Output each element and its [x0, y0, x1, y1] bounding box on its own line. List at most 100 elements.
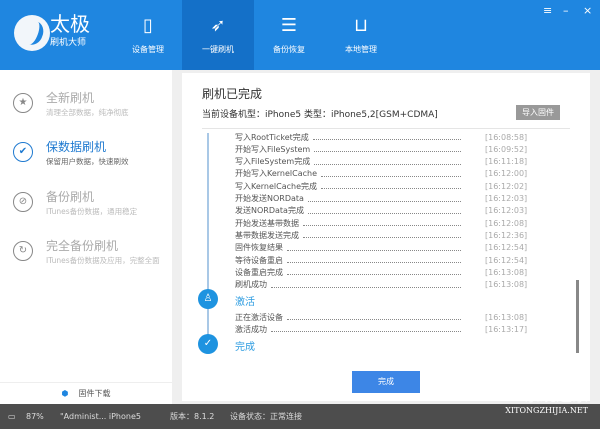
flash-result-panel: 刷机已完成 当前设备机型：iPhone5 类型：iPhone5,2[GSM+CD… [182, 73, 590, 401]
minimize-icon[interactable]: – [563, 4, 569, 17]
scrollbar[interactable] [576, 280, 579, 353]
log-time: [16:13:08] [485, 267, 528, 277]
log-time: [16:12:00] [485, 169, 528, 179]
star-icon: ★ [13, 93, 33, 113]
sidebar-item-backup-flash[interactable]: ⊘ 备份刷机 ITunes备份数据，通用稳定 [0, 184, 172, 230]
header: 太极 刷机大师 ▯ 设备管理 ➶ 一键刷机 ☰ 备份恢复 ⊔ 本地管理 ≡ – × [0, 0, 600, 70]
stage-label: 完成 [235, 342, 255, 353]
import-firmware-button[interactable]: 导入固件 [516, 105, 560, 120]
log-time: [16:13:08] [485, 280, 528, 290]
log-step: 开始写入KernelCache [235, 169, 318, 179]
log-time: [16:12:02] [485, 181, 528, 191]
database-icon: ☰ [280, 15, 298, 36]
item-title: 完全备份刷机 [46, 239, 119, 253]
battery-icon: ▭ [8, 412, 16, 421]
bag-icon: ⊔ [353, 15, 369, 36]
dotted-leader [314, 159, 461, 165]
log-row: 固件恢复结果[16:12:54]✓ [235, 242, 545, 254]
firmware-download-button[interactable]: ⬢ 固件下载 [0, 382, 172, 404]
log-time: [16:12:54] [485, 243, 528, 253]
log-time: [16:13:17] [485, 324, 528, 334]
menu-icon[interactable]: ≡ [543, 4, 552, 17]
log-step: 固件恢复结果 [235, 243, 283, 253]
log-row: 基带数据发送完成[16:12:36]✓ [235, 229, 545, 241]
log-row: 设备重启完成[16:13:08]✓ [235, 266, 545, 278]
sidebar-item-full-backup-flash[interactable]: ↻ 完全备份刷机 ITunes备份数据及应用，完整全面 [0, 233, 172, 279]
watermark-url: XITONGZHIJIA.NET [505, 406, 588, 415]
divider [202, 128, 570, 129]
device-state: 设备状态：正常连接 [230, 412, 302, 421]
battery-level: 87% [26, 412, 44, 421]
watermark-text: 系统之家 [523, 386, 588, 405]
cube-icon: ⬢ [61, 389, 69, 398]
dotted-leader [271, 282, 461, 288]
item-desc: 清理全部数据，纯净彻底 [46, 108, 129, 117]
tab-one-click-flash[interactable]: ➶ 一键刷机 [182, 0, 254, 70]
log-row: 激活成功[16:13:17]✓ [235, 323, 545, 335]
item-desc: 保留用户数据，快速刷效 [46, 157, 129, 166]
log-step: 正在激活设备 [235, 312, 283, 322]
sidebar-item-new-flash[interactable]: ★ 全新刷机清理全部数据，纯净彻底 [0, 85, 172, 131]
log-time: [16:11:18] [485, 157, 528, 167]
done-button[interactable]: 完成 [352, 371, 420, 393]
item-title: 全新刷机 [46, 91, 95, 105]
device-name: "Administ... iPhone5 [60, 412, 141, 421]
brand-title: 太极 [50, 12, 90, 36]
dotted-leader [287, 269, 461, 276]
log-time: [16:09:52] [485, 144, 528, 154]
log-time: [16:12:54] [485, 255, 528, 265]
log-step: 写入RootTicket完成 [235, 133, 309, 142]
dotted-leader [271, 326, 461, 333]
item-desc: ITunes备份数据，通用稳定 [46, 207, 138, 216]
log-time: [16:13:08] [485, 312, 528, 322]
tab-device-manage[interactable]: ▯ 设备管理 [112, 0, 184, 70]
log-step: 写入KernelCache完成 [235, 181, 318, 191]
timeline-line [207, 133, 209, 348]
log-row: 刷机成功[16:13:08]✓ [235, 279, 545, 291]
done-stage-icon: ✓ [198, 334, 218, 354]
brand-subtitle: 刷机大师 [50, 38, 87, 48]
log-step: 开始写入FileSystem [235, 144, 311, 154]
log-row: 正在激活设备[16:13:08]✓ [235, 311, 545, 323]
tab-label: 本地管理 [345, 45, 377, 54]
sidebar-item-keep-data-flash[interactable]: ✔ 保数据刷机 保留用户数据，快速刷效 [0, 134, 172, 180]
log-step: 开始发送NORData [235, 194, 304, 203]
log-row: 开始写入FileSystem[16:09:52]✓ [235, 143, 545, 155]
item-title: 保数据刷机 [46, 140, 107, 154]
log-row: 开始写入KernelCache[16:12:00]✓ [235, 168, 545, 180]
log-time: [16:12:03] [485, 206, 528, 216]
log-step: 写入FileSystem完成 [235, 157, 311, 167]
dotted-leader [321, 183, 461, 190]
log-step: 发送NORData完成 [235, 206, 304, 216]
close-icon[interactable]: × [583, 4, 592, 17]
dotted-leader [312, 134, 461, 140]
tab-backup-restore[interactable]: ☰ 备份恢复 [253, 0, 325, 70]
dotted-leader [287, 314, 461, 320]
log-time: [16:12:36] [485, 230, 528, 240]
log-row: 写入RootTicket完成[16:08:58]✓ [235, 133, 545, 143]
tab-label: 一键刷机 [202, 45, 234, 54]
tab-label: 设备管理 [132, 45, 164, 54]
version: 版本：8.1.2 [170, 412, 215, 421]
item-desc: ITunes备份数据及应用，完整全面 [46, 256, 160, 265]
log-time: [16:12:03] [485, 194, 528, 203]
stage-label: 激活 [235, 297, 255, 308]
log-row: 写入FileSystem完成[16:11:18]✓ [235, 156, 545, 168]
dotted-leader [314, 146, 461, 153]
dotted-leader [287, 245, 461, 251]
log-step: 基带数据发送完成 [235, 230, 299, 240]
log-step: 设备重启完成 [235, 267, 283, 277]
log-row: 开始发送基带数据[16:12:08]✓ [235, 217, 545, 229]
tab-label: 备份恢复 [273, 45, 305, 54]
dotted-leader [321, 171, 461, 177]
activate-stage-icon: ♙ [198, 289, 218, 309]
watermark: 系统之家 XITONGZHIJIA.NET [505, 382, 588, 415]
brand: 太极 刷机大师 [50, 13, 90, 48]
log-row: 开始发送NORData[16:12:03]✓ [235, 193, 545, 205]
page-title: 刷机已完成 [202, 87, 263, 101]
rocket-icon: ➶ [210, 15, 226, 36]
refresh-icon: ↻ [13, 241, 33, 261]
dotted-leader [287, 257, 461, 263]
log-row: 发送NORData完成[16:12:03]✓ [235, 205, 545, 217]
tab-local-manage[interactable]: ⊔ 本地管理 [325, 0, 397, 70]
